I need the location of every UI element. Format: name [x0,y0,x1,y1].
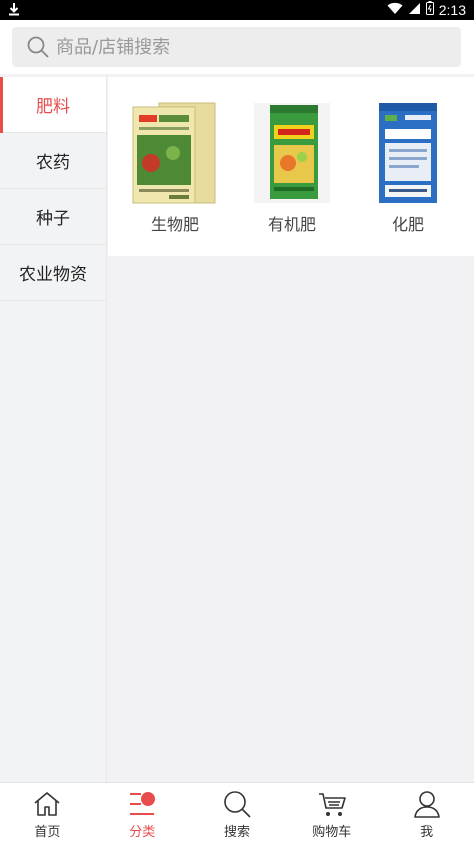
product-item[interactable]: 有机肥 [233,95,351,235]
product-item[interactable]: 生物肥 [116,95,234,235]
sidebar-item-label: 肥料 [36,97,70,117]
battery-icon [425,1,434,19]
sidebar-item-farm-supplies[interactable]: 农业物资 [0,245,106,301]
category-page: 2:13 肥料 农药 种子 农业物资 [0,0,474,842]
fertilizer-bag-bio-icon [116,95,234,205]
nav-label: 我 [420,825,434,840]
clock: 2:13 [438,2,466,18]
fertilizer-bag-organic-icon [233,95,351,205]
product-name: 化肥 [391,215,424,234]
search-icon [222,789,252,819]
search-box[interactable] [12,27,461,67]
search-header [0,20,474,74]
nav-label: 分类 [129,825,156,840]
home-icon [32,789,62,819]
search-icon [26,35,50,59]
bottom-nav: 首页 分类 搜索 购物车 我 [0,782,474,842]
product-panel: 生物肥 有机肥 化肥 [108,77,474,782]
category-icon [127,789,157,819]
download-icon [8,2,20,20]
wifi-icon [387,2,403,19]
product-name: 有机肥 [267,215,316,234]
nav-profile[interactable]: 我 [379,783,474,842]
fertilizer-bag-chemical-icon [349,95,467,205]
user-icon [412,789,442,819]
sidebar-item-label: 农药 [36,153,70,173]
category-sidebar: 肥料 农药 种子 农业物资 [0,77,107,782]
product-item[interactable]: 化肥 [349,95,467,235]
nav-label: 搜索 [223,825,250,840]
nav-home[interactable]: 首页 [0,783,95,842]
sidebar-item-seeds[interactable]: 种子 [0,189,106,245]
sidebar-item-fertilizer[interactable]: 肥料 [0,77,106,133]
status-bar: 2:13 [0,0,474,20]
nav-label: 首页 [34,825,61,840]
product-name: 生物肥 [150,215,199,234]
signal-icon [408,2,421,19]
sidebar-item-label: 种子 [36,209,70,229]
cart-icon [317,789,347,819]
nav-cart[interactable]: 购物车 [284,783,379,842]
search-input[interactable] [56,36,436,58]
nav-search[interactable]: 搜索 [190,783,285,842]
sidebar-item-pesticide[interactable]: 农药 [0,133,106,189]
nav-category[interactable]: 分类 [95,783,190,842]
sidebar-item-label: 农业物资 [19,265,87,285]
product-grid: 生物肥 有机肥 化肥 [108,77,474,256]
nav-label: 购物车 [312,825,352,840]
